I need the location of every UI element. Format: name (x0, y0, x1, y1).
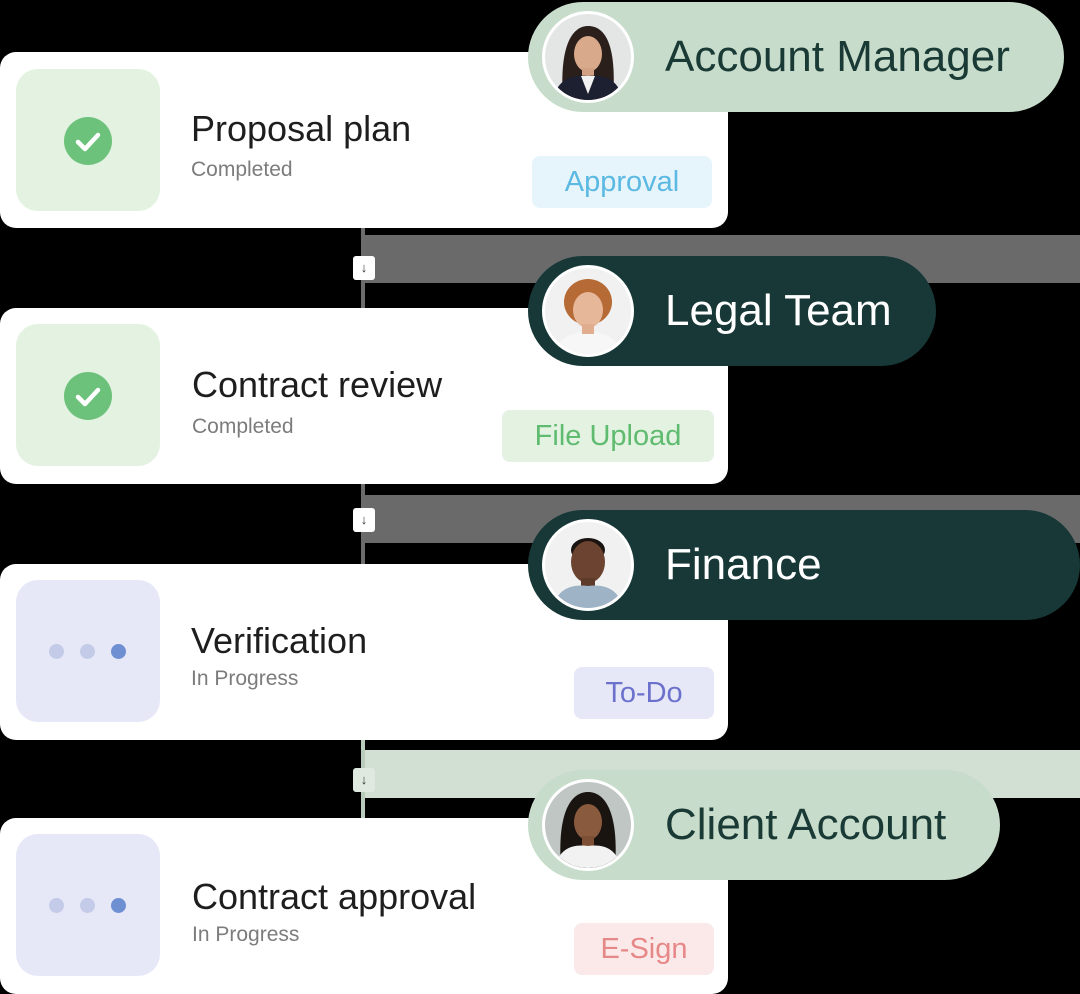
step-title: Contract approval (192, 876, 477, 917)
step-status: Completed (192, 415, 294, 438)
down-arrow-icon: ↓ (353, 768, 375, 792)
in-progress-dots-icon (49, 644, 129, 660)
role-name: Finance (665, 540, 822, 589)
tag-to-do: To-Do (574, 667, 714, 719)
step-title: Verification (191, 620, 368, 661)
down-arrow-icon: ↓ (353, 256, 375, 280)
role-pill-client-account: Client Account (528, 770, 1000, 880)
down-arrow-icon: ↓ (353, 508, 375, 532)
step-status: Completed (191, 158, 293, 181)
role-name: Legal Team (665, 286, 892, 335)
role-name: Client Account (665, 800, 947, 849)
role-pill-finance: Finance (528, 510, 1080, 620)
check-icon (64, 117, 112, 165)
status-box (16, 580, 160, 722)
tag-approval: Approval (532, 156, 712, 208)
step-title: Proposal plan (191, 108, 412, 149)
check-icon (64, 372, 112, 420)
avatar (542, 519, 634, 611)
avatar (542, 11, 634, 103)
status-box (16, 69, 160, 211)
step-status: In Progress (192, 923, 300, 946)
status-box (16, 324, 160, 466)
tag-file-upload: File Upload (502, 410, 714, 462)
tag-e-sign: E-Sign (574, 923, 714, 975)
step-title: Contract review (192, 364, 443, 405)
avatar (542, 265, 634, 357)
role-pill-legal-team: Legal Team (528, 256, 936, 366)
role-pill-account-manager: Account Manager (528, 2, 1064, 112)
role-name: Account Manager (665, 32, 1010, 81)
in-progress-dots-icon (49, 898, 129, 914)
step-status: In Progress (191, 667, 299, 690)
status-box (16, 834, 160, 976)
avatar (542, 779, 634, 871)
